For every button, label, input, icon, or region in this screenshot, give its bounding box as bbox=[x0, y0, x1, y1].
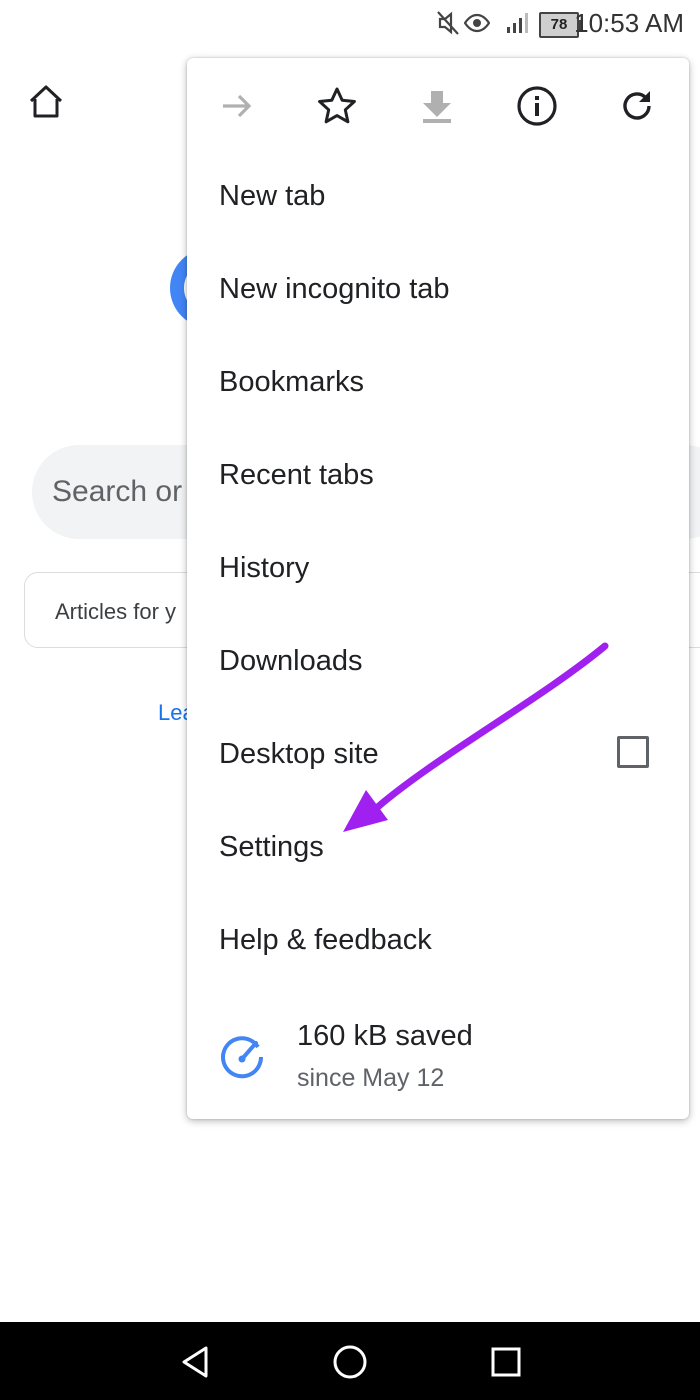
menu-item-label: Settings bbox=[219, 831, 324, 863]
signal-icon bbox=[507, 13, 528, 33]
data-saver-summary[interactable]: 160 kB saved since May 12 bbox=[187, 1018, 689, 1118]
menu-item-history[interactable]: History bbox=[187, 526, 689, 619]
data-saved-since: since May 12 bbox=[297, 1064, 445, 1092]
search-placeholder: Search or bbox=[52, 475, 183, 508]
star-icon bbox=[318, 87, 356, 124]
menu-item-recent-tabs[interactable]: Recent tabs bbox=[187, 433, 689, 526]
menu-toolbar bbox=[187, 58, 689, 154]
menu-item-label: History bbox=[219, 552, 310, 584]
articles-label: Articles for y bbox=[55, 599, 177, 624]
menu-item-downloads[interactable]: Downloads bbox=[187, 619, 689, 712]
menu-item-settings[interactable]: Settings bbox=[187, 805, 689, 898]
menu-item-new-incognito-tab[interactable]: New incognito tab bbox=[187, 247, 689, 340]
menu-item-label: Bookmarks bbox=[219, 366, 365, 398]
menu-item-label: Desktop site bbox=[219, 738, 379, 770]
clock: 10:53 AM bbox=[574, 8, 684, 38]
download-icon bbox=[423, 91, 451, 123]
reload-button[interactable] bbox=[613, 82, 661, 130]
info-icon bbox=[517, 86, 557, 126]
home-icon[interactable] bbox=[26, 82, 66, 122]
reload-icon bbox=[623, 91, 651, 120]
menu-item-bookmarks[interactable]: Bookmarks bbox=[187, 340, 689, 433]
forward-icon bbox=[223, 94, 252, 118]
menu-item-label: New incognito tab bbox=[219, 273, 450, 305]
menu-item-label: Downloads bbox=[219, 645, 363, 677]
data-saved-amount: 160 kB saved bbox=[297, 1020, 473, 1052]
mute-icon bbox=[437, 11, 459, 35]
recents-icon[interactable] bbox=[486, 1342, 526, 1382]
download-button[interactable] bbox=[413, 82, 461, 130]
back-icon[interactable] bbox=[176, 1342, 216, 1382]
desktop-site-checkbox[interactable] bbox=[617, 736, 649, 768]
overflow-menu: New tab New incognito tab Bookmarks Rece… bbox=[187, 58, 689, 1119]
bookmark-button[interactable] bbox=[313, 82, 361, 130]
menu-item-label: New tab bbox=[219, 180, 326, 212]
forward-button[interactable] bbox=[213, 82, 261, 130]
menu-item-label: Recent tabs bbox=[219, 459, 374, 491]
status-bar: 78 10:53 AM bbox=[0, 0, 700, 48]
eye-icon bbox=[464, 13, 490, 33]
battery-icon: 78 bbox=[539, 12, 583, 38]
page-info-button[interactable] bbox=[513, 82, 561, 130]
data-saver-gauge-icon bbox=[221, 1036, 264, 1079]
home-nav-icon[interactable] bbox=[330, 1342, 370, 1382]
menu-item-desktop-site[interactable]: Desktop site bbox=[187, 712, 689, 805]
menu-item-new-tab[interactable]: New tab bbox=[187, 154, 689, 247]
menu-item-help-feedback[interactable]: Help & feedback bbox=[187, 898, 689, 991]
navigation-bar bbox=[0, 1322, 700, 1400]
menu-item-label: Help & feedback bbox=[219, 924, 432, 956]
